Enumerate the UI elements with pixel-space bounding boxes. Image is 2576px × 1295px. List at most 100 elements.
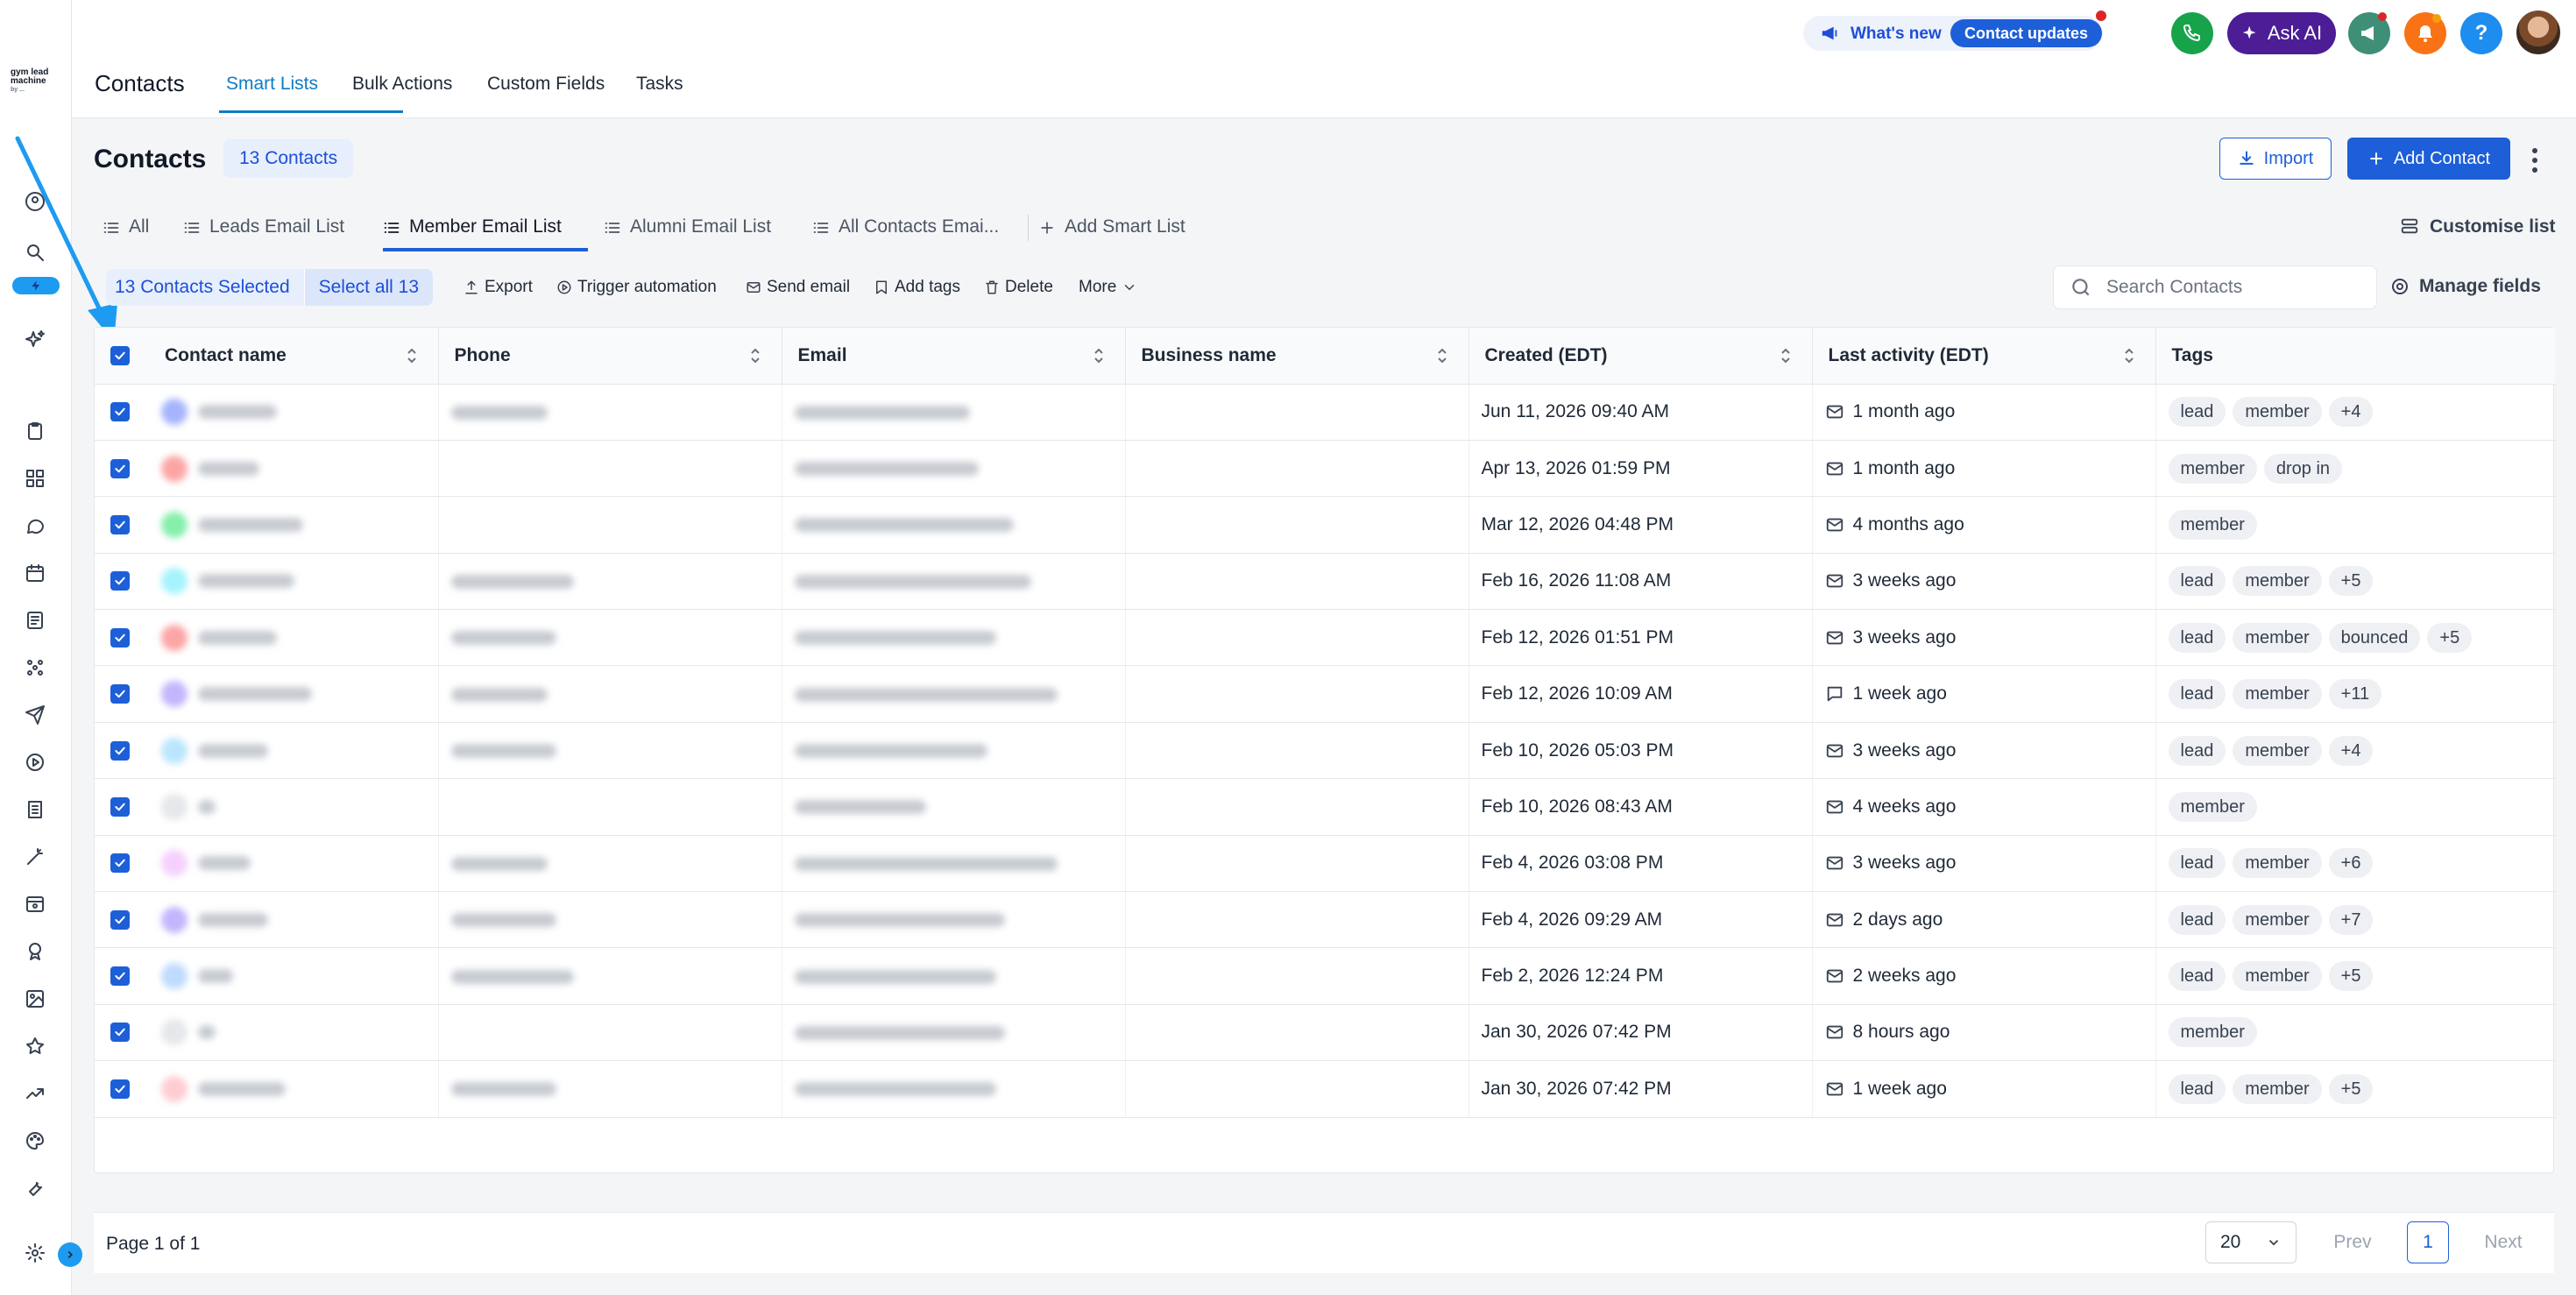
table-row[interactable]: Feb 10, 2026 05:03 PM 3 weeks ago lead memb… — [95, 722, 2556, 780]
marketing-send-icon[interactable] — [21, 701, 49, 729]
page-1-button[interactable]: 1 — [2407, 1221, 2449, 1263]
calendar-icon[interactable] — [21, 559, 49, 587]
import-button[interactable]: Import — [2219, 138, 2332, 180]
tag-chip[interactable]: member — [2233, 566, 2322, 597]
table-row[interactable]: Feb 10, 2026 08:43 AM 4 weeks ago member — [95, 778, 2556, 836]
table-row[interactable]: Feb 4, 2026 03:08 PM 3 weeks ago lead membe… — [95, 835, 2556, 893]
send-email-button[interactable]: Send email — [746, 278, 850, 297]
tag-chip[interactable]: +4 — [2328, 735, 2374, 766]
tag-chip[interactable]: lead — [2168, 622, 2226, 653]
list-tab-all[interactable]: All — [103, 216, 149, 253]
star-icon[interactable] — [21, 1032, 49, 1060]
tag-chip[interactable]: +11 — [2328, 679, 2382, 710]
sort-icon[interactable] — [2124, 345, 2134, 366]
row-checkbox[interactable] — [110, 740, 130, 761]
contact-name-cell[interactable] — [149, 891, 439, 949]
tag-chip[interactable]: lead — [2168, 397, 2226, 428]
contact-name-cell[interactable] — [149, 440, 439, 498]
contact-name-cell[interactable] — [149, 947, 439, 1005]
row-checkbox[interactable] — [110, 402, 130, 422]
select-all-checkbox[interactable] — [110, 345, 130, 365]
tag-chip[interactable]: member — [2168, 509, 2257, 540]
ask-ai-button[interactable]: Ask AI — [2227, 12, 2336, 54]
column-header-business-name[interactable]: Business name — [1125, 328, 1469, 385]
table-row[interactable]: Apr 13, 2026 01:59 PM 1 month ago member dr… — [95, 440, 2556, 498]
clipboard-icon[interactable] — [21, 417, 49, 445]
table-row[interactable]: Feb 4, 2026 09:29 AM 2 days ago lead member… — [95, 891, 2556, 949]
contact-name-cell[interactable] — [149, 609, 439, 667]
tag-chip[interactable]: lead — [2168, 904, 2226, 935]
row-checkbox[interactable] — [110, 1079, 130, 1099]
next-page-button[interactable]: Next — [2461, 1221, 2545, 1263]
list-tab-alumni-email[interactable]: Alumni Email List — [604, 216, 771, 253]
row-checkbox[interactable] — [110, 796, 130, 817]
more-actions-dropdown[interactable]: More — [1079, 278, 1137, 297]
row-checkbox[interactable] — [110, 571, 130, 591]
prev-page-button[interactable]: Prev — [2311, 1221, 2395, 1263]
add-tags-button[interactable]: Add tags — [874, 278, 960, 297]
settings-gear-icon[interactable] — [21, 1239, 49, 1267]
phone-button[interactable] — [2171, 12, 2213, 54]
table-row[interactable]: Feb 16, 2026 11:08 AM 3 weeks ago lead memb… — [95, 553, 2556, 611]
help-button[interactable]: ? — [2460, 12, 2502, 54]
row-checkbox[interactable] — [110, 514, 130, 534]
sites-icon[interactable] — [21, 796, 49, 824]
tag-chip[interactable]: bounced — [2328, 622, 2421, 653]
tab-smart-lists[interactable]: Smart Lists — [226, 74, 318, 95]
column-header-tags[interactable]: Tags — [2155, 328, 2555, 385]
tag-chip[interactable]: +5 — [2328, 566, 2374, 597]
contacts-book-icon[interactable] — [21, 606, 49, 634]
row-checkbox[interactable] — [110, 853, 130, 874]
table-row[interactable]: Jan 30, 2026 07:42 PM 1 week ago lead membe… — [95, 1060, 2556, 1118]
table-row[interactable]: Jan 30, 2026 07:42 PM 8 hours ago member — [95, 1004, 2556, 1062]
tag-chip[interactable]: lead — [2168, 735, 2226, 766]
trigger-automation-button[interactable]: Trigger automation — [556, 278, 717, 297]
tag-chip[interactable]: +5 — [2427, 622, 2473, 653]
row-checkbox[interactable] — [110, 966, 130, 987]
conversations-icon[interactable] — [21, 512, 49, 540]
tag-chip[interactable]: lead — [2168, 961, 2226, 992]
contact-updates-pill[interactable]: Contact updates — [1950, 19, 2103, 47]
expand-sidebar-button[interactable] — [58, 1242, 82, 1267]
tag-chip[interactable]: lead — [2168, 679, 2226, 710]
table-row[interactable]: Feb 12, 2026 10:09 AM 1 week ago lead membe… — [95, 665, 2556, 723]
brand-logo[interactable]: gym lead machine by ... — [11, 68, 61, 100]
contact-name-cell[interactable] — [149, 722, 439, 780]
reporting-trend-icon[interactable] — [21, 1079, 49, 1107]
tab-tasks[interactable]: Tasks — [636, 74, 683, 95]
search-contacts-input[interactable] — [2106, 277, 2369, 298]
manage-fields-button[interactable]: Manage fields — [2389, 276, 2541, 297]
tag-chip[interactable]: +6 — [2328, 848, 2374, 879]
tag-chip[interactable]: member — [2233, 848, 2322, 879]
contact-name-cell[interactable] — [149, 1060, 439, 1118]
row-checkbox[interactable] — [110, 458, 130, 478]
ai-sparkle-icon[interactable] — [21, 326, 49, 354]
tag-chip[interactable]: member — [2233, 961, 2322, 992]
add-contact-button[interactable]: Add Contact — [2347, 138, 2510, 180]
user-avatar[interactable] — [2516, 11, 2560, 54]
table-row[interactable]: Mar 12, 2026 04:48 PM 4 months ago member — [95, 496, 2556, 554]
list-tab-leads-email[interactable]: Leads Email List — [183, 216, 344, 253]
table-row[interactable]: Feb 2, 2026 12:24 PM 2 weeks ago lead membe… — [95, 947, 2556, 1005]
contact-name-cell[interactable] — [149, 778, 439, 836]
tag-chip[interactable]: member — [2168, 1017, 2257, 1048]
memberships-icon[interactable] — [21, 890, 49, 918]
add-smart-list-button[interactable]: Add Smart List — [1038, 216, 1185, 253]
wrench-icon[interactable] — [21, 1174, 49, 1202]
sort-icon[interactable] — [1093, 345, 1104, 366]
tag-chip[interactable]: member — [2233, 679, 2322, 710]
row-checkbox[interactable] — [110, 1023, 130, 1043]
row-checkbox[interactable] — [110, 684, 130, 704]
contact-name-cell[interactable] — [149, 665, 439, 723]
customise-list-button[interactable]: Customise list — [2400, 216, 2556, 237]
quick-actions-bolt-icon[interactable] — [12, 277, 60, 294]
contact-name-cell[interactable] — [149, 835, 439, 893]
tag-chip[interactable]: lead — [2168, 848, 2226, 879]
palette-icon[interactable] — [21, 1127, 49, 1155]
list-tab-all-contacts-email[interactable]: All Contacts Emai... — [812, 216, 999, 253]
tag-chip[interactable]: member — [2233, 1073, 2322, 1104]
delete-button[interactable]: Delete — [984, 278, 1053, 297]
tag-chip[interactable]: +5 — [2328, 961, 2374, 992]
tag-chip[interactable]: lead — [2168, 1073, 2226, 1104]
sort-icon[interactable] — [1780, 345, 1791, 366]
